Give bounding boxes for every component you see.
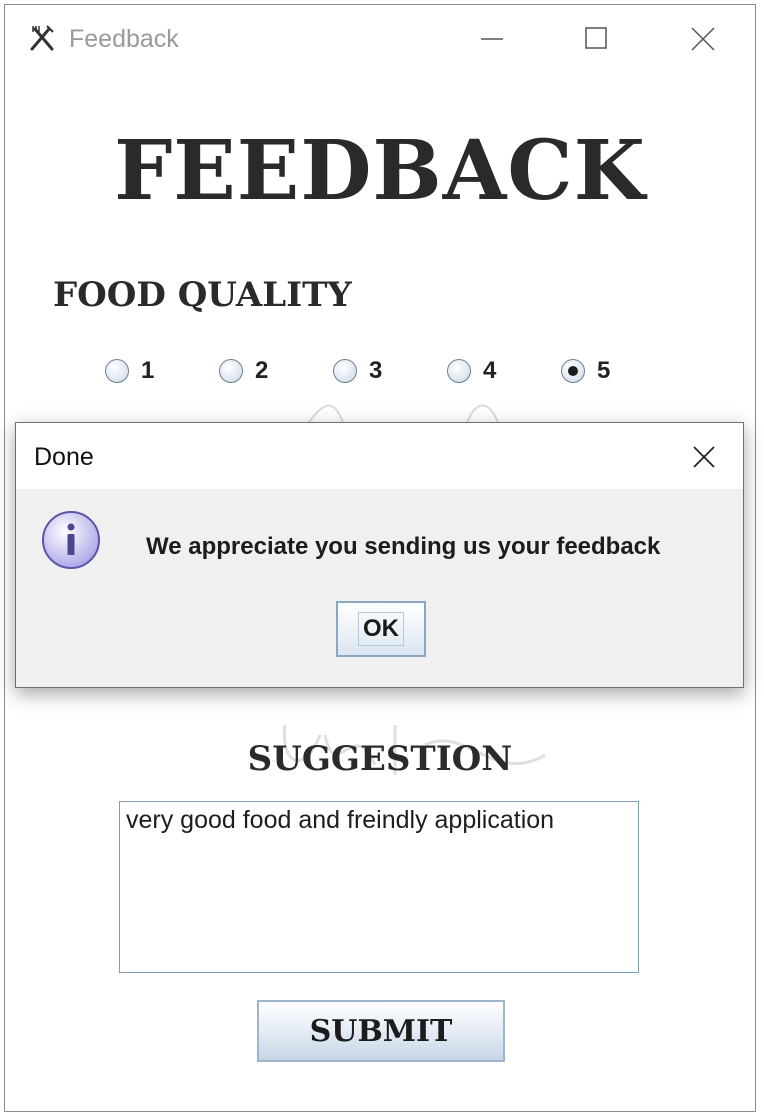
suggestion-label: SUGGESTION: [247, 739, 513, 779]
page-title: FEEDBACK: [114, 123, 646, 219]
radio-circle[interactable]: [333, 359, 357, 383]
dialog-titlebar: Done: [16, 423, 743, 489]
rating-radio-3[interactable]: 3: [333, 355, 382, 387]
window-title: Feedback: [69, 25, 179, 53]
food-quality-label: FOOD QUALITY: [53, 275, 352, 315]
fork-knife-icon: [30, 25, 54, 51]
maximize-icon[interactable]: [577, 19, 617, 59]
rating-label: 2: [255, 357, 269, 384]
dialog-title: Done: [34, 443, 94, 471]
dialog-close-icon[interactable]: [686, 439, 722, 475]
radio-circle[interactable]: [219, 359, 243, 383]
rating-label: 4: [483, 357, 497, 384]
close-icon[interactable]: [683, 19, 723, 59]
rating-radio-5[interactable]: 5: [561, 355, 610, 387]
radio-circle[interactable]: [105, 359, 129, 383]
suggestion-textarea[interactable]: very good food and freindly application: [119, 801, 639, 973]
ok-button-label: OK: [358, 612, 404, 646]
radio-circle[interactable]: [447, 359, 471, 383]
info-icon: [42, 511, 100, 569]
rating-radio-1[interactable]: 1: [105, 355, 154, 387]
dialog-message: We appreciate you sending us your feedba…: [146, 533, 661, 560]
rating-label: 5: [597, 357, 611, 384]
submit-button[interactable]: SUBMIT: [257, 1000, 505, 1062]
ok-button[interactable]: OK: [336, 601, 426, 657]
rating-radio-2[interactable]: 2: [219, 355, 268, 387]
rating-radio-4[interactable]: 4: [447, 355, 496, 387]
rating-label: 3: [369, 357, 383, 384]
rating-label: 1: [141, 357, 155, 384]
done-dialog: Done We appreciate you sending us your f…: [15, 422, 744, 688]
radio-circle[interactable]: [561, 359, 585, 383]
minimize-icon[interactable]: [471, 19, 511, 59]
window-titlebar: Feedback: [5, 5, 755, 69]
